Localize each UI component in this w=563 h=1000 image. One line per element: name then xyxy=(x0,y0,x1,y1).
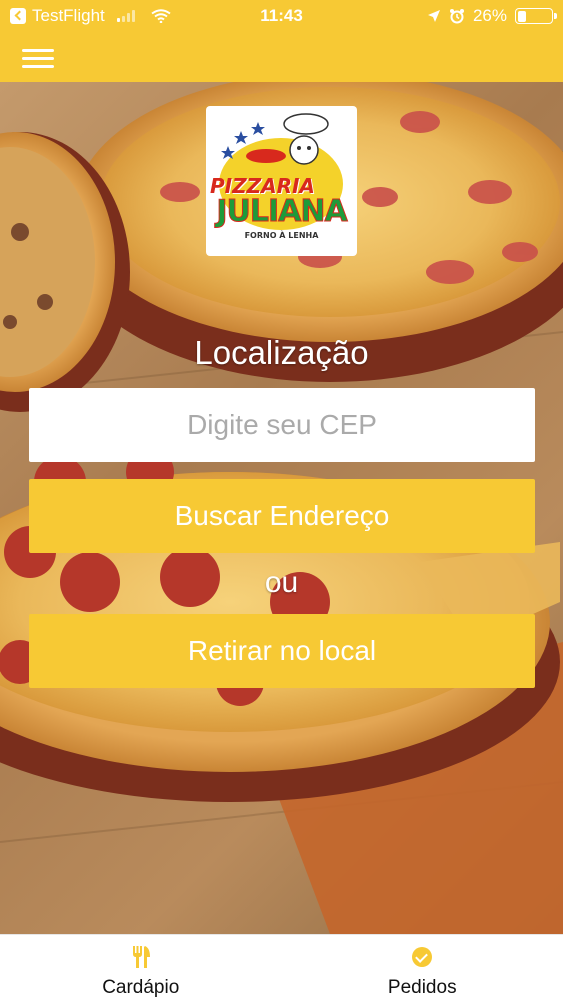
signal-icon xyxy=(116,10,135,22)
logo-forno-text: FORNO À LENHA xyxy=(244,231,319,240)
cep-input[interactable] xyxy=(29,388,535,462)
or-label: ou xyxy=(264,566,299,599)
logo-juliana-text: JULIANA xyxy=(216,194,348,230)
back-to-app-icon[interactable] xyxy=(10,8,26,24)
status-left: TestFlight xyxy=(10,6,171,26)
pizzaria-juliana-logo: PIZZARIA JULIANA FORNO À LENHA xyxy=(206,106,357,256)
carrier-label: TestFlight xyxy=(32,6,105,25)
status-right: 26% xyxy=(427,6,557,26)
battery-fill xyxy=(517,10,527,22)
battery-icon xyxy=(515,8,557,24)
hamburger-menu-icon[interactable] xyxy=(22,47,56,71)
check-circle-icon xyxy=(412,947,433,967)
battery-percent: 26% xyxy=(472,6,507,25)
tab-pedidos-label: Pedidos xyxy=(387,977,457,998)
wifi-icon xyxy=(151,9,171,23)
status-bar: TestFlight 11:43 26% xyxy=(0,0,563,32)
location-arrow-icon xyxy=(427,10,440,22)
alarm-icon xyxy=(449,9,464,24)
tab-cardapio[interactable]: Cardápio xyxy=(0,935,282,1000)
tab-cardapio-label: Cardápio xyxy=(102,977,180,998)
tab-pedidos[interactable]: Pedidos xyxy=(282,935,563,1000)
tab-bar: Cardápio Pedidos xyxy=(0,934,563,1000)
pickup-in-store-button[interactable]: Retirar no local xyxy=(29,614,535,688)
search-address-button[interactable]: Buscar Endereço xyxy=(29,479,535,553)
location-title: Localização xyxy=(194,334,369,371)
fork-knife-icon xyxy=(132,946,150,968)
navigation-bar xyxy=(0,32,563,82)
clock: 11:43 xyxy=(260,6,303,25)
